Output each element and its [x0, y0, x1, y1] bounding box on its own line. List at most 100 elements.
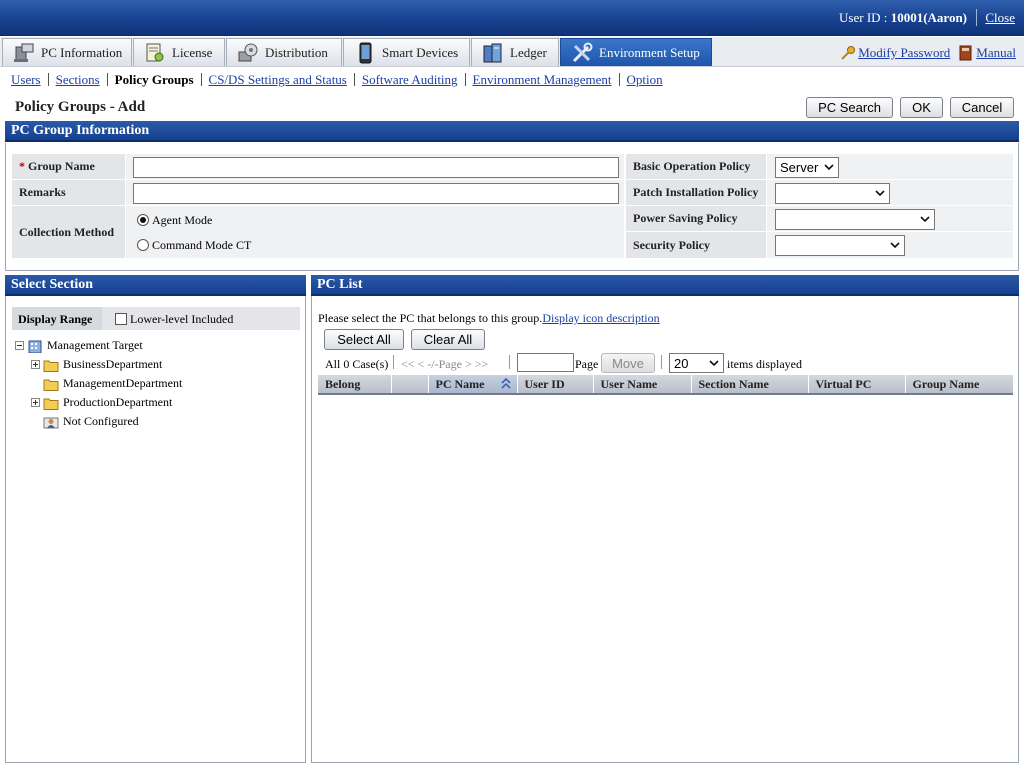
folder-icon: [43, 377, 59, 391]
table-header-row: Belong PC Name User ID User Name Section…: [318, 375, 1013, 395]
display-range-label: Display Range: [12, 307, 102, 330]
nav-divider: [353, 73, 355, 86]
cancel-button[interactable]: Cancel: [950, 97, 1014, 118]
tab-label: Environment Setup: [599, 44, 700, 60]
chevron-down-icon: [824, 160, 834, 174]
building-icon: [27, 339, 43, 353]
tab-smart-devices[interactable]: Smart Devices: [343, 38, 470, 66]
command-mode-radio[interactable]: [137, 239, 149, 251]
pager-navigation[interactable]: << < -/-Page > >>: [401, 357, 488, 372]
expand-toggle-icon[interactable]: [31, 398, 40, 407]
tree-node-label: ManagementDepartment: [63, 376, 183, 390]
tree-node-label: Management Target: [47, 338, 143, 352]
lower-level-included-option[interactable]: Lower-level Included: [115, 312, 233, 327]
tab-label: License: [172, 44, 213, 60]
tree-node-label: ProductionDepartment: [63, 395, 173, 409]
remarks-input[interactable]: [133, 183, 619, 204]
security-policy-select[interactable]: [775, 235, 905, 256]
page-title: Policy Groups - Add: [15, 99, 146, 115]
clear-all-button[interactable]: Clear All: [411, 329, 485, 350]
command-mode-option[interactable]: Command Mode CT: [137, 238, 251, 253]
pc-group-info-panel: * Group Name Remarks Collection Method Ag…: [5, 143, 1019, 271]
tree-node-management[interactable]: ManagementDepartment: [43, 376, 182, 391]
select-all-button[interactable]: Select All: [324, 329, 404, 350]
tree-node-not-configured[interactable]: Not Configured: [43, 414, 139, 429]
command-mode-label: Command Mode CT: [152, 238, 252, 252]
move-button[interactable]: Move: [601, 353, 655, 373]
power-saving-select[interactable]: [775, 209, 935, 230]
tab-label: Distribution: [265, 44, 328, 60]
tab-license[interactable]: License: [133, 38, 225, 66]
column-pc-name[interactable]: PC Name: [428, 375, 518, 395]
agent-mode-option[interactable]: Agent Mode: [137, 213, 212, 228]
select-section-header: Select Section: [5, 275, 306, 296]
agent-mode-radio[interactable]: [137, 214, 149, 226]
page-number-input[interactable]: [517, 353, 574, 372]
lower-level-checkbox[interactable]: [115, 313, 127, 325]
tab-label: Ledger: [510, 44, 547, 60]
column-virtual-pc[interactable]: Virtual PC: [808, 375, 906, 395]
patch-installation-label: Patch Installation Policy: [626, 180, 766, 205]
nav-divider: [47, 73, 49, 86]
column-user-name[interactable]: User Name: [593, 375, 692, 395]
pager-divider: [393, 355, 394, 369]
items-per-page-select[interactable]: 20: [669, 353, 724, 373]
ledger-icon: [482, 42, 504, 64]
group-name-label: * Group Name: [12, 154, 125, 179]
tab-pc-information[interactable]: PC Information: [2, 38, 132, 66]
display-icon-description-link[interactable]: Display icon description: [542, 311, 659, 325]
tab-environment-setup[interactable]: Environment Setup: [560, 38, 712, 66]
column-belong[interactable]: Belong: [318, 375, 392, 395]
group-name-label-text: Group Name: [28, 159, 95, 173]
collapse-toggle-icon[interactable]: [15, 341, 24, 350]
pc-list-header: PC List: [311, 275, 1019, 296]
folder-icon: [43, 358, 59, 372]
header-divider: [976, 9, 977, 26]
column-group-name[interactable]: Group Name: [905, 375, 1013, 395]
tree-node-label: BusinessDepartment: [63, 357, 163, 371]
column-icon[interactable]: [391, 375, 429, 395]
tree-node-production[interactable]: ProductionDepartment: [31, 395, 172, 410]
tab-distribution[interactable]: Distribution: [226, 38, 342, 66]
patch-installation-select[interactable]: [775, 183, 890, 204]
pc-list-instruction-row: Please select the PC that belongs to thi…: [318, 311, 660, 326]
pc-search-button[interactable]: PC Search: [806, 97, 893, 118]
subnav-software-auditing[interactable]: Software Auditing: [362, 72, 458, 87]
modify-password-link[interactable]: Modify Password: [858, 45, 950, 61]
tree-node-root[interactable]: Management Target: [15, 338, 143, 353]
close-link[interactable]: Close: [985, 10, 1015, 26]
subnav-sections[interactable]: Sections: [56, 72, 100, 87]
power-saving-label: Power Saving Policy: [626, 206, 766, 231]
group-name-input[interactable]: [133, 157, 619, 178]
collection-method-label: Collection Method: [12, 206, 125, 258]
license-icon: [144, 42, 166, 64]
manual-link[interactable]: Manual: [976, 45, 1016, 61]
ok-button[interactable]: OK: [900, 97, 943, 118]
subnav-users[interactable]: Users: [11, 72, 41, 87]
user-id-label: User ID :: [839, 10, 891, 25]
column-user-id[interactable]: User ID: [517, 375, 594, 395]
subnav-option[interactable]: Option: [627, 72, 663, 87]
agent-mode-label: Agent Mode: [152, 213, 213, 227]
pc-group-info-header: PC Group Information: [5, 121, 1019, 142]
tree-node-business[interactable]: BusinessDepartment: [31, 357, 162, 372]
tab-ledger[interactable]: Ledger: [471, 38, 559, 66]
column-section-name[interactable]: Section Name: [691, 375, 809, 395]
chevron-down-icon: [920, 212, 930, 226]
subnav-environment-management[interactable]: Environment Management: [473, 72, 612, 87]
sort-ascending-icon: [500, 377, 511, 395]
chevron-down-icon: [709, 356, 719, 370]
expand-toggle-icon[interactable]: [31, 360, 40, 369]
manual-book-icon: [958, 45, 974, 61]
column-pc-name-label: PC Name: [435, 376, 485, 391]
subnav-cs-ds-settings[interactable]: CS/DS Settings and Status: [209, 72, 347, 87]
basic-operation-select[interactable]: Server: [775, 157, 839, 178]
smartphone-icon: [354, 42, 376, 64]
subnav-policy-groups: Policy Groups: [114, 72, 194, 87]
chevron-down-icon: [875, 186, 885, 200]
top-header-bar: User ID : 10001(Aaron) Close: [0, 0, 1024, 36]
items-displayed-label: items displayed: [727, 357, 802, 371]
unassigned-user-icon: [43, 415, 59, 429]
required-mark: *: [19, 159, 25, 173]
security-policy-label: Security Policy: [626, 232, 766, 258]
